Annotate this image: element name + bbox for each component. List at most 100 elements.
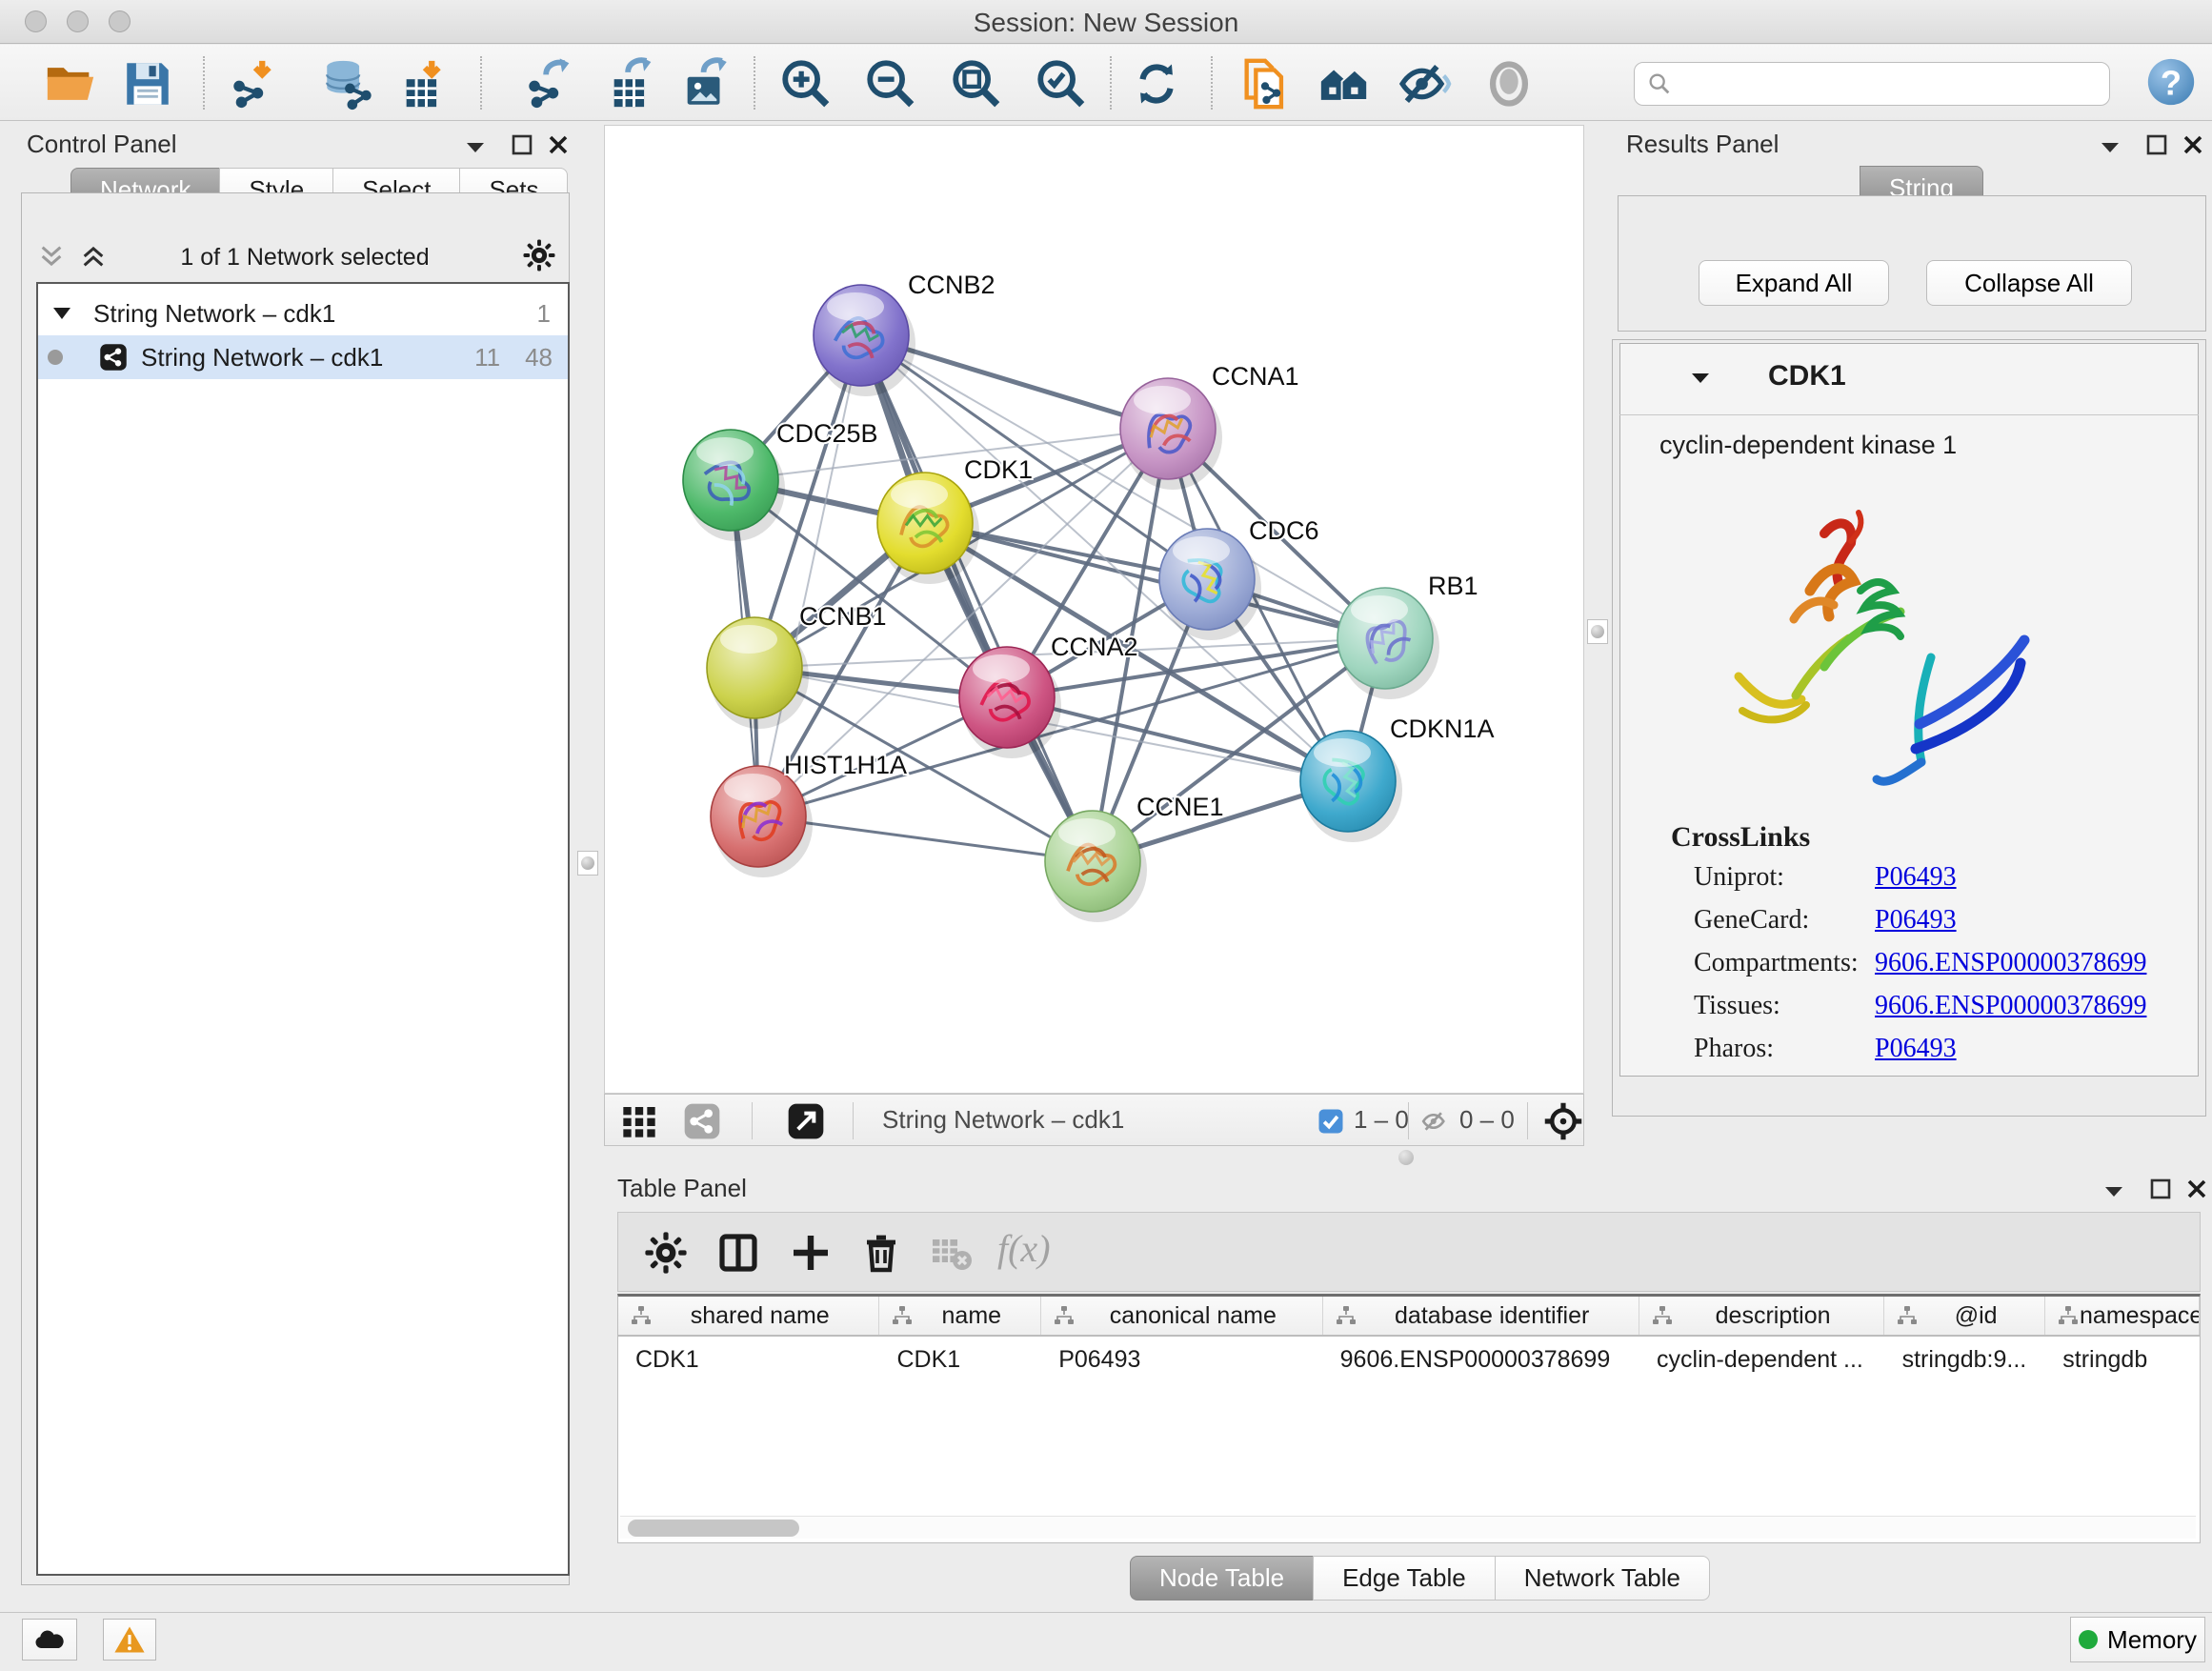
node-ccnb1[interactable]: CCNB1 (707, 602, 887, 729)
import-network-file-button[interactable] (225, 53, 286, 114)
network-thumbnail-icon[interactable] (683, 1102, 721, 1140)
show-columns-button[interactable] (712, 1226, 765, 1279)
network-tree-root-row[interactable]: String Network – cdk1 1 (38, 292, 568, 335)
table-row[interactable]: CDK1CDK1P064939606.ENSP00000378699cyclin… (618, 1339, 2200, 1380)
cell-shared-name[interactable]: CDK1 (618, 1339, 880, 1380)
expand-all-button[interactable]: Expand All (1699, 260, 1889, 306)
column-header-id[interactable]: @id (1884, 1297, 2045, 1335)
warnings-button[interactable] (103, 1619, 156, 1661)
section-collapse-icon[interactable] (1688, 370, 1713, 387)
export-network-button[interactable] (520, 53, 581, 114)
zoom-fit-button[interactable] (946, 53, 1007, 114)
hide-selected-button[interactable] (1394, 53, 1455, 114)
crosslink-label: GeneCard: (1694, 905, 1809, 935)
node-hist1h1a[interactable]: HIST1H1A (711, 751, 907, 877)
crosslink-link[interactable]: 9606.ENSP00000378699 (1875, 948, 2146, 978)
cell-description[interactable]: cyclin-dependent ... (1639, 1339, 1885, 1380)
node-cdc6[interactable]: CDC6 (1159, 516, 1319, 640)
help-button[interactable]: ? (2141, 51, 2202, 112)
tab-network-table[interactable]: Network Table (1495, 1556, 1710, 1601)
import-table-button[interactable] (394, 53, 455, 114)
zoom-out-button[interactable] (860, 53, 921, 114)
right-splitter-handle[interactable] (1587, 619, 1608, 644)
results-panel-title: Results Panel (1626, 130, 1779, 159)
clone-network-button[interactable] (1235, 53, 1296, 114)
edge-CCNB2-CCNE1[interactable] (861, 335, 1093, 861)
edge-CCNB2-HIST1H1A[interactable] (758, 335, 861, 816)
function-builder-button[interactable]: f(x) (997, 1226, 1051, 1271)
zoom-in-button[interactable] (775, 53, 836, 114)
search-input[interactable] (1682, 70, 2098, 99)
collapse-all-button[interactable]: Collapse All (1926, 260, 2132, 306)
cell-id[interactable]: stringdb:9... (1885, 1339, 2046, 1380)
table-panel-float-icon[interactable] (2149, 1178, 2172, 1200)
node-rb1[interactable]: RB1 (1337, 572, 1478, 699)
create-column-button[interactable] (784, 1226, 837, 1279)
network-tree-child-row[interactable]: String Network – cdk1 11 48 (38, 335, 568, 379)
cell-database-identifier[interactable]: 9606.ENSP00000378699 (1323, 1339, 1639, 1380)
zoom-selected-button[interactable] (1031, 53, 1092, 114)
crosslink-link[interactable]: P06493 (1875, 905, 1957, 936)
node-ccna2[interactable]: CCNA2 (959, 633, 1138, 758)
table-panel-menu-icon[interactable] (2101, 1183, 2126, 1200)
node-cdkn1a[interactable]: CDKN1A (1300, 715, 1495, 842)
memory-status-dot (2079, 1630, 2098, 1649)
tree-expand-icon[interactable] (51, 306, 72, 321)
column-header-shared-name[interactable]: shared name (618, 1297, 879, 1335)
table-panel-close-icon[interactable] (2185, 1178, 2208, 1200)
control-panel-float-icon[interactable] (511, 133, 533, 156)
show-preview-button[interactable] (1478, 53, 1539, 114)
column-header-label: database identifier (1357, 1302, 1639, 1330)
table-settings-button[interactable] (639, 1226, 693, 1279)
results-panel-menu-icon[interactable] (2098, 139, 2122, 156)
detach-view-icon[interactable] (787, 1102, 825, 1140)
open-session-button[interactable] (40, 53, 101, 114)
cell-canonical-name[interactable]: P06493 (1041, 1339, 1322, 1380)
export-network-icon (523, 56, 578, 111)
node-ccna1[interactable]: CCNA1 (1120, 362, 1299, 490)
column-header-namespace[interactable]: namespace (2045, 1297, 2200, 1335)
horizontal-splitter-handle[interactable] (1398, 1150, 1414, 1165)
cdk1-section-header[interactable]: CDK1 (1619, 343, 2199, 415)
apply-layout-button[interactable] (1126, 53, 1187, 114)
birds-eye-crosshair-icon[interactable] (1542, 1100, 1584, 1142)
delete-column-button[interactable] (855, 1226, 908, 1279)
column-header-database-identifier[interactable]: database identifier (1323, 1297, 1639, 1335)
control-panel-menu-icon[interactable] (463, 139, 488, 156)
expand-all-chevron-icon[interactable] (80, 244, 107, 269)
cell-name[interactable]: CDK1 (880, 1339, 1042, 1380)
column-header-name[interactable]: name (879, 1297, 1041, 1335)
results-panel-float-icon[interactable] (2145, 133, 2168, 156)
import-network-database-button[interactable] (317, 53, 378, 114)
network-options-gear-icon[interactable] (522, 238, 556, 272)
network-canvas[interactable]: CCNB2CCNA1CDC25BCDK1CDC6RB1CCNB1CCNA2CDK… (604, 125, 1584, 1094)
first-neighbors-button[interactable] (1314, 53, 1375, 114)
cell-namespace[interactable]: stringdb (2045, 1339, 2200, 1380)
node-ccnb2[interactable]: CCNB2 (814, 271, 995, 396)
column-header-canonical-name[interactable]: canonical name (1041, 1297, 1322, 1335)
crosslink-link[interactable]: P06493 (1875, 1034, 1957, 1064)
memory-button[interactable]: Memory (2070, 1617, 2205, 1662)
tab-edge-table[interactable]: Edge Table (1313, 1556, 1495, 1601)
cloud-status-button[interactable] (22, 1619, 77, 1661)
network-selection-status: 1 of 1 Network selected (114, 244, 495, 272)
left-splitter-handle[interactable] (577, 851, 598, 876)
save-session-button[interactable] (117, 53, 178, 114)
export-image-button[interactable] (675, 53, 736, 114)
crosslink-link[interactable]: P06493 (1875, 862, 1957, 893)
scrollbar-thumb[interactable] (628, 1520, 799, 1537)
control-panel-close-icon[interactable] (547, 133, 570, 156)
collapse-all-chevron-icon[interactable] (38, 244, 65, 269)
delete-table-button[interactable] (925, 1226, 978, 1279)
grid-view-icon[interactable] (620, 1102, 658, 1140)
selected-checkbox-icon[interactable] (1317, 1107, 1345, 1136)
results-panel-close-icon[interactable] (2182, 133, 2204, 156)
horizontal-scrollbar[interactable] (620, 1516, 2196, 1539)
tab-node-table[interactable]: Node Table (1130, 1556, 1313, 1601)
toolbar-separator (1211, 56, 1213, 110)
column-header-description[interactable]: description (1639, 1297, 1884, 1335)
network-graph[interactable]: CCNB2CCNA1CDC25BCDK1CDC6RB1CCNB1CCNA2CDK… (605, 126, 1585, 1095)
node-cdc25b[interactable]: CDC25B (683, 419, 878, 541)
crosslink-link[interactable]: 9606.ENSP00000378699 (1875, 991, 2146, 1021)
export-table-button[interactable] (602, 53, 663, 114)
